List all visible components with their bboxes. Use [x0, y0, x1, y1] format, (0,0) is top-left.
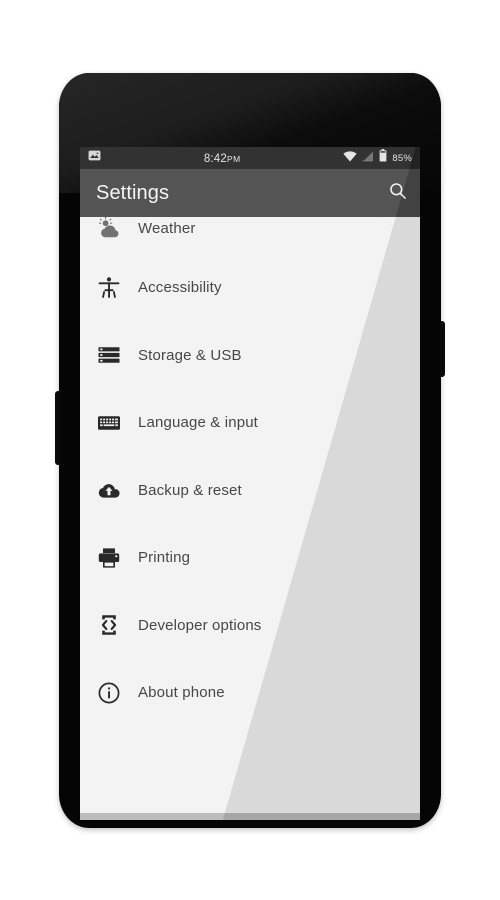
list-item-label: Printing — [138, 549, 191, 567]
weather-partly-cloudy-icon — [80, 217, 138, 240]
volume-button[interactable] — [55, 391, 60, 465]
battery-icon — [379, 149, 387, 167]
list-item-printing[interactable]: Printing — [80, 524, 420, 592]
search-button[interactable] — [376, 169, 420, 217]
action-bar: Settings — [80, 169, 420, 217]
accessibility-person-icon — [80, 276, 138, 300]
settings-list[interactable]: Weather Accessibility Storage & USB Lang… — [80, 217, 420, 820]
battery-percent-label: 85% — [392, 152, 412, 164]
status-bar: 8:42PM 85% — [80, 147, 420, 169]
list-item-label: Weather — [138, 219, 196, 237]
list-item-backup-reset[interactable]: Backup & reset — [80, 457, 420, 525]
list-item-accessibility[interactable]: Accessibility — [80, 254, 420, 322]
list-item-developer-options[interactable]: Developer options — [80, 592, 420, 660]
list-item-weather[interactable]: Weather — [80, 217, 420, 254]
phone-screen: 8:42PM 85% Settings Weather Accessibilit… — [80, 147, 420, 820]
storage-icon — [80, 343, 138, 367]
page-title: Settings — [96, 181, 170, 204]
list-item-label: Accessibility — [138, 279, 222, 297]
status-bar-system-icons: 85% — [343, 149, 412, 167]
list-item-label: About phone — [138, 684, 225, 702]
image-icon — [88, 149, 101, 167]
status-time-period: PM — [227, 154, 241, 164]
status-bar-clock: 8:42PM — [101, 149, 343, 167]
list-item-language-input[interactable]: Language & input — [80, 389, 420, 457]
developer-options-icon — [80, 613, 138, 637]
info-circle-icon — [80, 681, 138, 705]
printer-icon — [80, 546, 138, 570]
search-icon — [388, 181, 408, 206]
list-item-storage-usb[interactable]: Storage & USB — [80, 322, 420, 390]
wifi-icon — [343, 149, 358, 167]
cloud-upload-icon — [80, 478, 138, 502]
status-bar-notifications — [88, 149, 101, 167]
keyboard-icon — [80, 411, 138, 435]
bottom-nav-strip — [80, 813, 420, 820]
power-button[interactable] — [440, 321, 445, 377]
list-item-label: Developer options — [138, 616, 262, 634]
no-sim-signal-icon — [362, 149, 374, 167]
phone-device: 8:42PM 85% Settings Weather Accessibilit… — [55, 73, 445, 828]
list-item-label: Language & input — [138, 414, 259, 432]
list-item-label: Backup & reset — [138, 481, 242, 499]
list-item-about-phone[interactable]: About phone — [80, 659, 420, 727]
list-item-label: Storage & USB — [138, 346, 242, 364]
status-time: 8:42 — [203, 153, 227, 165]
